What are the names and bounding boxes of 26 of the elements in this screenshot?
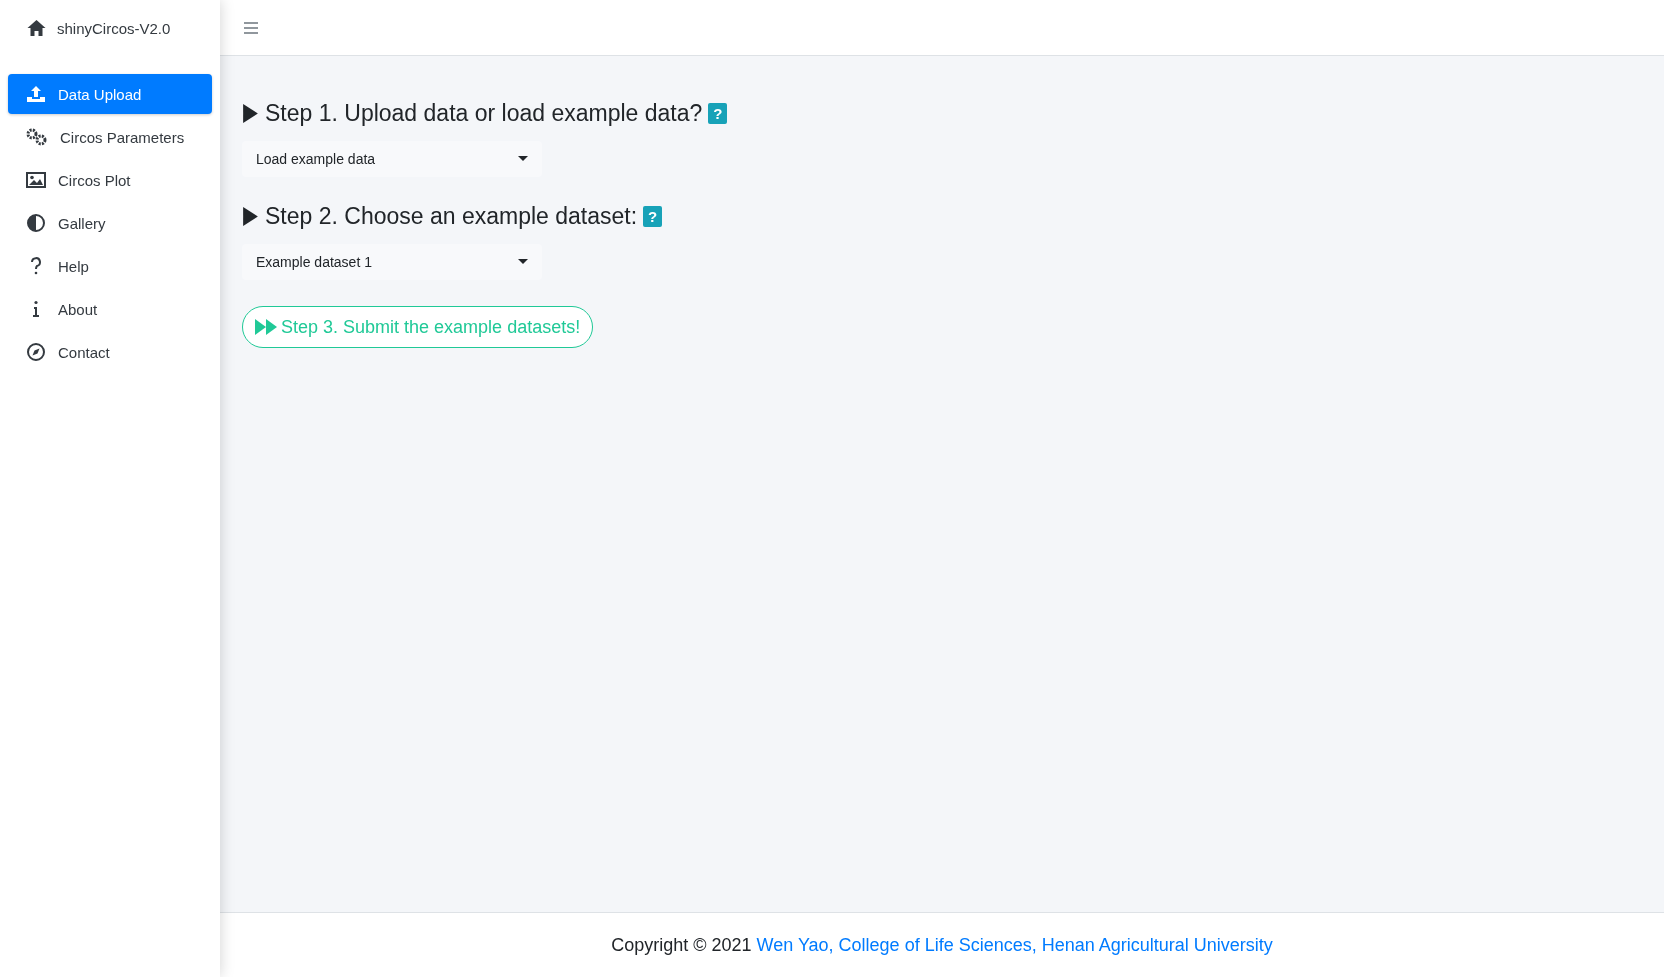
upload-icon — [26, 85, 46, 103]
image-icon — [26, 171, 46, 189]
step-heading: Step 2. Choose an example dataset: — [265, 203, 638, 230]
play-icon — [242, 206, 259, 227]
contrast-icon — [26, 213, 46, 233]
compass-icon — [26, 342, 46, 362]
brand-name[interactable]: shinyCircos-V2.0 — [57, 19, 171, 37]
menu-icon[interactable] — [244, 21, 258, 34]
play-icon — [242, 103, 259, 124]
copyright-text: Copyright © 2021 Wen Yao, College of Life Sciences, Henan Agricultural University — [611, 934, 1273, 956]
nav-item[interactable]: Contact — [8, 332, 212, 372]
nav-item[interactable]: Data Upload — [8, 74, 212, 114]
step-heading: Step 1. Upload data or load example data? — [265, 100, 703, 127]
dropdown-field[interactable]: Load example data — [242, 141, 542, 177]
nav-item[interactable]: About — [8, 289, 212, 329]
fast-forward-icon — [255, 319, 277, 335]
nav-item[interactable]: Circos Parameters — [8, 117, 212, 157]
caret-icon — [518, 156, 528, 162]
dropdown-field[interactable]: Example dataset 1 — [242, 244, 542, 280]
author-link[interactable]: Wen Yao, College of Life Sciences, Henan Agricultural University — [756, 934, 1273, 955]
caret-icon — [518, 259, 528, 265]
nav-item[interactable]: Circos Plot — [8, 160, 212, 200]
nav-item[interactable]: Help — [8, 246, 212, 286]
gears-icon — [26, 128, 48, 146]
home-icon — [26, 19, 47, 37]
nav-item[interactable]: Gallery — [8, 203, 212, 243]
